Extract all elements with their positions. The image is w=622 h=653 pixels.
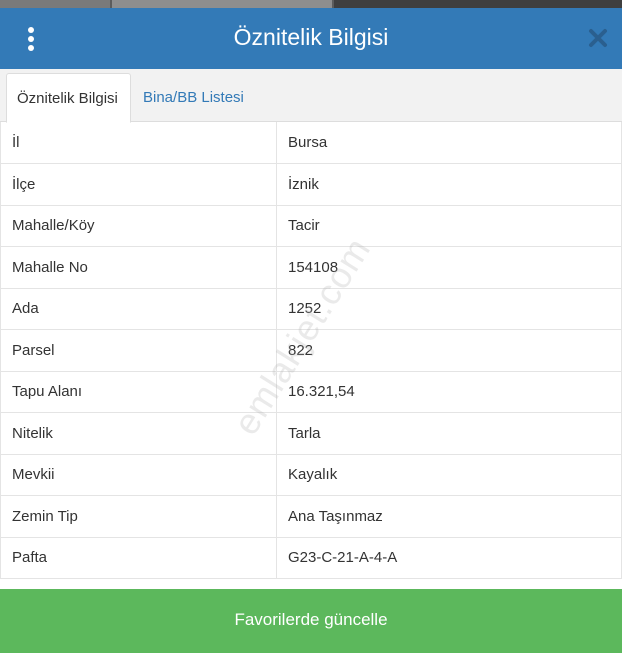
background-map-strip (0, 0, 622, 8)
attribute-key: Pafta (0, 537, 277, 579)
attribute-value: 16.321,54 (276, 371, 622, 413)
attribute-key: Mahalle/Köy (0, 205, 277, 247)
attribute-value: Tacir (276, 205, 622, 247)
tab-bina-bb-listesi[interactable]: Bina/BB Listesi (133, 73, 254, 121)
attribute-key: İl (0, 122, 277, 164)
attribute-key: Parsel (0, 329, 277, 372)
table-row: Mahalle No 154108 (0, 246, 622, 289)
attribute-value: 822 (276, 329, 622, 372)
modal-header: Öznitelik Bilgisi (0, 8, 622, 69)
attribute-value: 1252 (276, 288, 622, 330)
tab-oznitelik-bilgisi[interactable]: Öznitelik Bilgisi (6, 73, 131, 123)
attribute-key: Zemin Tip (0, 495, 277, 538)
attribute-value: 154108 (276, 246, 622, 289)
attribute-key: Mahalle No (0, 246, 277, 289)
close-icon[interactable] (586, 26, 610, 50)
attribute-value: İznik (276, 163, 622, 206)
attribute-table-container: İl Bursa İlçe İznik Mahalle/Köy Tacir Ma… (0, 122, 622, 579)
attribute-key: Ada (0, 288, 277, 330)
table-row: Mevkii Kayalık (0, 454, 622, 496)
table-row: Ada 1252 (0, 288, 622, 330)
table-row: Tapu Alanı 16.321,54 (0, 371, 622, 413)
update-favorites-button[interactable]: Favorilerde güncelle (0, 589, 622, 653)
attribute-value: Bursa (276, 122, 622, 164)
map-segment (0, 0, 110, 8)
table-row: İl Bursa (0, 122, 622, 164)
attribute-value: Tarla (276, 412, 622, 455)
modal-title: Öznitelik Bilgisi (233, 24, 389, 50)
attribute-key: İlçe (0, 163, 277, 206)
attribute-table: İl Bursa İlçe İznik Mahalle/Köy Tacir Ma… (0, 122, 622, 579)
attribute-value: Kayalık (276, 454, 622, 496)
attribute-key: Mevkii (0, 454, 277, 496)
table-row: Parsel 822 (0, 329, 622, 372)
attribute-key: Tapu Alanı (0, 371, 277, 413)
table-row: Zemin Tip Ana Taşınmaz (0, 495, 622, 538)
tab-bar: Öznitelik Bilgisi Bina/BB Listesi (0, 69, 622, 123)
table-row: Mahalle/Köy Tacir (0, 205, 622, 247)
table-row: İlçe İznik (0, 163, 622, 206)
table-row: Nitelik Tarla (0, 412, 622, 455)
table-row: Pafta G23-C-21-A-4-A (0, 537, 622, 579)
attribute-value: G23-C-21-A-4-A (276, 537, 622, 579)
attribute-value: Ana Taşınmaz (276, 495, 622, 538)
map-segment (334, 0, 622, 8)
attribute-key: Nitelik (0, 412, 277, 455)
map-segment (112, 0, 332, 8)
